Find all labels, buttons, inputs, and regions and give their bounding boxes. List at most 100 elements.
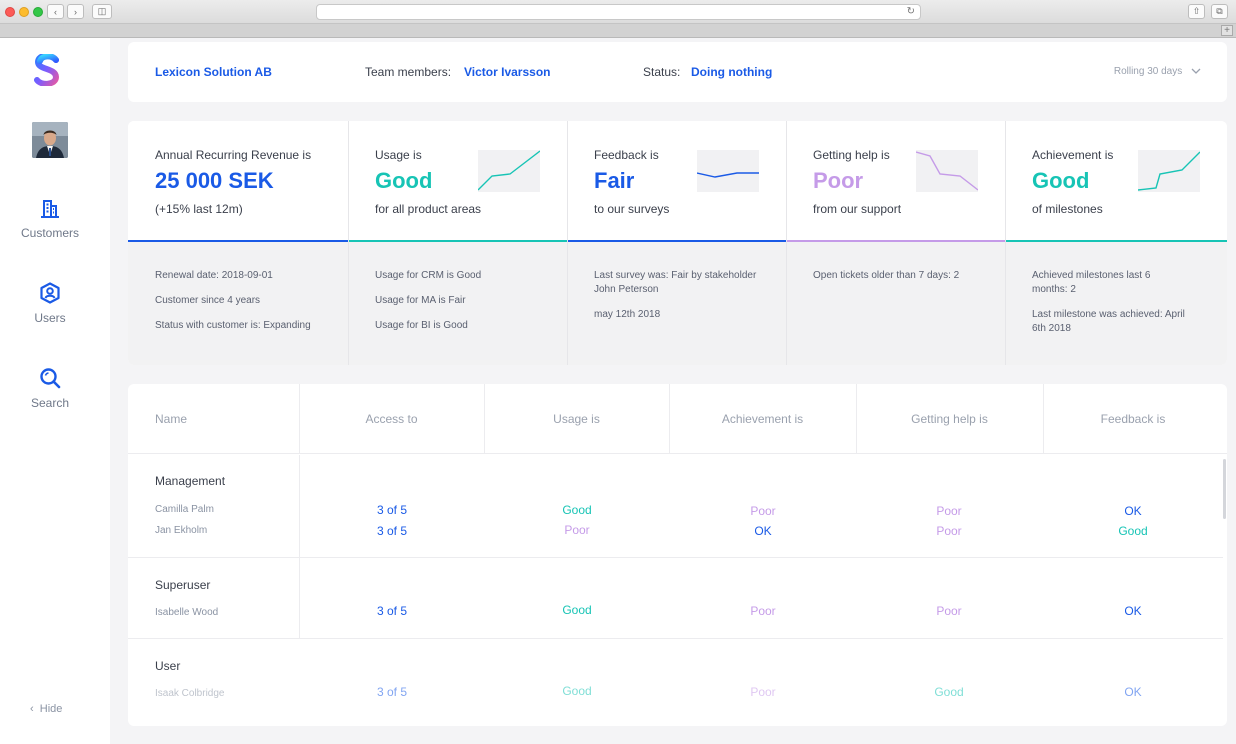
- team-member-link[interactable]: Victor Ivarsson: [464, 65, 550, 79]
- column-header-feedback[interactable]: Feedback is: [1043, 384, 1223, 454]
- building-icon: [41, 200, 59, 218]
- tabs-overview-button[interactable]: ⧉: [1211, 4, 1228, 19]
- person-name[interactable]: Jan Ekholm: [155, 525, 207, 536]
- help-value: Poor: [936, 604, 962, 618]
- company-name[interactable]: Lexicon Solution AB: [155, 65, 272, 79]
- achievement-value: Poor: [750, 685, 776, 699]
- metric-label: Achievement is: [1032, 148, 1114, 162]
- detail-text: Status with customer is: Expanding: [155, 320, 311, 331]
- column-header-usage[interactable]: Usage is: [484, 384, 669, 454]
- metric-help[interactable]: Getting help is Poor from our support Op…: [786, 121, 1005, 365]
- reload-icon[interactable]: ↻: [907, 6, 915, 17]
- detail-text: Last survey was: Fair by stakeholder Joh…: [594, 270, 757, 295]
- chevron-left-icon: ‹: [30, 703, 34, 715]
- browser-toolbar: ‹ › ◫ ↻ ⇧ ⧉: [0, 0, 1236, 24]
- detail-text: Customer since 4 years: [155, 295, 261, 306]
- person-name[interactable]: Camilla Palm: [155, 504, 214, 515]
- forward-button[interactable]: ›: [67, 4, 84, 19]
- group-title: Superuser: [155, 578, 211, 592]
- column-header-achievement[interactable]: Achievement is: [669, 384, 856, 454]
- metric-sub: from our support: [813, 202, 902, 216]
- achievement-sparkline: [1138, 150, 1200, 192]
- sidebar-toggle-button[interactable]: ◫: [92, 4, 112, 19]
- feedback-value: OK: [1124, 685, 1142, 699]
- detail-text: Renewal date: 2018-09-01: [155, 270, 273, 281]
- group-title: Management: [155, 474, 226, 488]
- metric-sub: (+15% last 12m): [155, 202, 243, 216]
- metric-details: Last survey was: Fair by stakeholder Joh…: [594, 269, 760, 333]
- metric-details: Renewal date: 2018-09-01 Customer since …: [155, 269, 338, 344]
- feedback-value: OK: [1124, 604, 1142, 618]
- metric-sub: for all product areas: [375, 202, 482, 216]
- group-user: User Isaak Colbridge 3 of 5 Good Poor Go…: [128, 639, 1223, 726]
- sidebar-item-label: Users: [34, 311, 66, 325]
- detail-text: Open tickets older than 7 days: 2: [813, 270, 960, 281]
- search-icon: [40, 368, 61, 389]
- metric-feedback[interactable]: Feedback is Fair to our surveys Last sur…: [567, 121, 786, 365]
- group-management: Management Camilla Palm 3 of 5 Good Poor…: [128, 455, 1223, 558]
- access-value[interactable]: 3 of 5: [332, 524, 452, 538]
- maximize-window-button[interactable]: [33, 7, 43, 17]
- period-value: Rolling 30 days: [1113, 66, 1183, 77]
- metric-details: Usage for CRM is Good Usage for MA is Fa…: [375, 269, 557, 344]
- metric-value: 25 000 SEK: [155, 168, 274, 193]
- detail-text: Achieved milestones last 6 months: 2: [1032, 270, 1151, 295]
- metric-value: Fair: [594, 168, 635, 193]
- table-scrollbar[interactable]: [1223, 459, 1226, 519]
- period-dropdown[interactable]: Rolling 30 days: [1114, 66, 1201, 77]
- usage-value: Good: [562, 603, 592, 617]
- new-tab-button[interactable]: +: [1221, 25, 1233, 36]
- hide-label: Hide: [39, 703, 63, 715]
- app-logo[interactable]: [34, 54, 60, 86]
- access-value[interactable]: 3 of 5: [332, 604, 452, 618]
- sidebar: Customers Users Search ‹ Hide: [0, 38, 110, 744]
- person-name[interactable]: Isaak Colbridge: [155, 688, 224, 699]
- metric-value: Good: [375, 168, 433, 193]
- usage-value: Good: [562, 503, 592, 517]
- detail-text: Usage for CRM is Good: [375, 270, 482, 281]
- metric-sub: to our surveys: [594, 202, 670, 216]
- sidebar-item-label: Search: [30, 396, 70, 410]
- sidebar-item-customers[interactable]: Customers: [0, 196, 100, 240]
- usage-value: Poor: [564, 523, 590, 537]
- hide-sidebar-button[interactable]: ‹ Hide: [30, 703, 62, 715]
- column-header-access[interactable]: Access to: [299, 384, 484, 454]
- customer-header: Lexicon Solution AB Team members: Victor…: [128, 42, 1227, 102]
- sidebar-item-search[interactable]: Search: [0, 366, 100, 410]
- minimize-window-button[interactable]: [19, 7, 29, 17]
- feedback-sparkline: [697, 150, 759, 192]
- feedback-value: OK: [1124, 504, 1142, 518]
- sidebar-item-users[interactable]: Users: [0, 281, 100, 325]
- close-window-button[interactable]: [5, 7, 15, 17]
- back-button[interactable]: ‹: [47, 4, 64, 19]
- detail-text: Usage for BI is Good: [375, 320, 468, 331]
- metric-value: Poor: [813, 168, 864, 193]
- metric-label: Usage is: [375, 148, 422, 162]
- group-superuser: Superuser Isabelle Wood 3 of 5 Good Poor…: [128, 558, 1223, 639]
- group-title: User: [155, 659, 181, 673]
- tab-strip: +: [0, 24, 1236, 38]
- status-value[interactable]: Doing nothing: [691, 65, 772, 79]
- metric-usage[interactable]: Usage is Good for all product areas Usag…: [348, 121, 567, 365]
- address-bar[interactable]: ↻: [316, 4, 921, 20]
- share-button[interactable]: ⇧: [1188, 4, 1205, 19]
- user-circle-icon: [40, 282, 60, 304]
- usage-sparkline: [478, 150, 540, 192]
- access-value[interactable]: 3 of 5: [332, 685, 452, 699]
- access-value[interactable]: 3 of 5: [332, 503, 452, 517]
- user-avatar[interactable]: [32, 122, 68, 158]
- person-name[interactable]: Isabelle Wood: [155, 607, 218, 618]
- metric-details: Achieved milestones last 6 months: 2 Las…: [1032, 269, 1187, 347]
- metric-achievement[interactable]: Achievement is Good of milestones Achiev…: [1005, 121, 1227, 365]
- column-header-name[interactable]: Name: [128, 384, 299, 454]
- metric-revenue[interactable]: Annual Recurring Revenue is 25 000 SEK (…: [128, 121, 348, 365]
- window-controls: [5, 7, 43, 17]
- chevron-down-icon: [1191, 68, 1201, 74]
- achievement-value: Poor: [750, 504, 776, 518]
- sidebar-item-label: Customers: [20, 226, 79, 240]
- detail-text: Last milestone was achieved: April 6th 2…: [1032, 309, 1185, 334]
- help-value: Poor: [936, 504, 962, 518]
- metric-value: Good: [1032, 168, 1090, 193]
- column-header-help[interactable]: Getting help is: [856, 384, 1043, 454]
- metric-label: Getting help is: [813, 148, 890, 162]
